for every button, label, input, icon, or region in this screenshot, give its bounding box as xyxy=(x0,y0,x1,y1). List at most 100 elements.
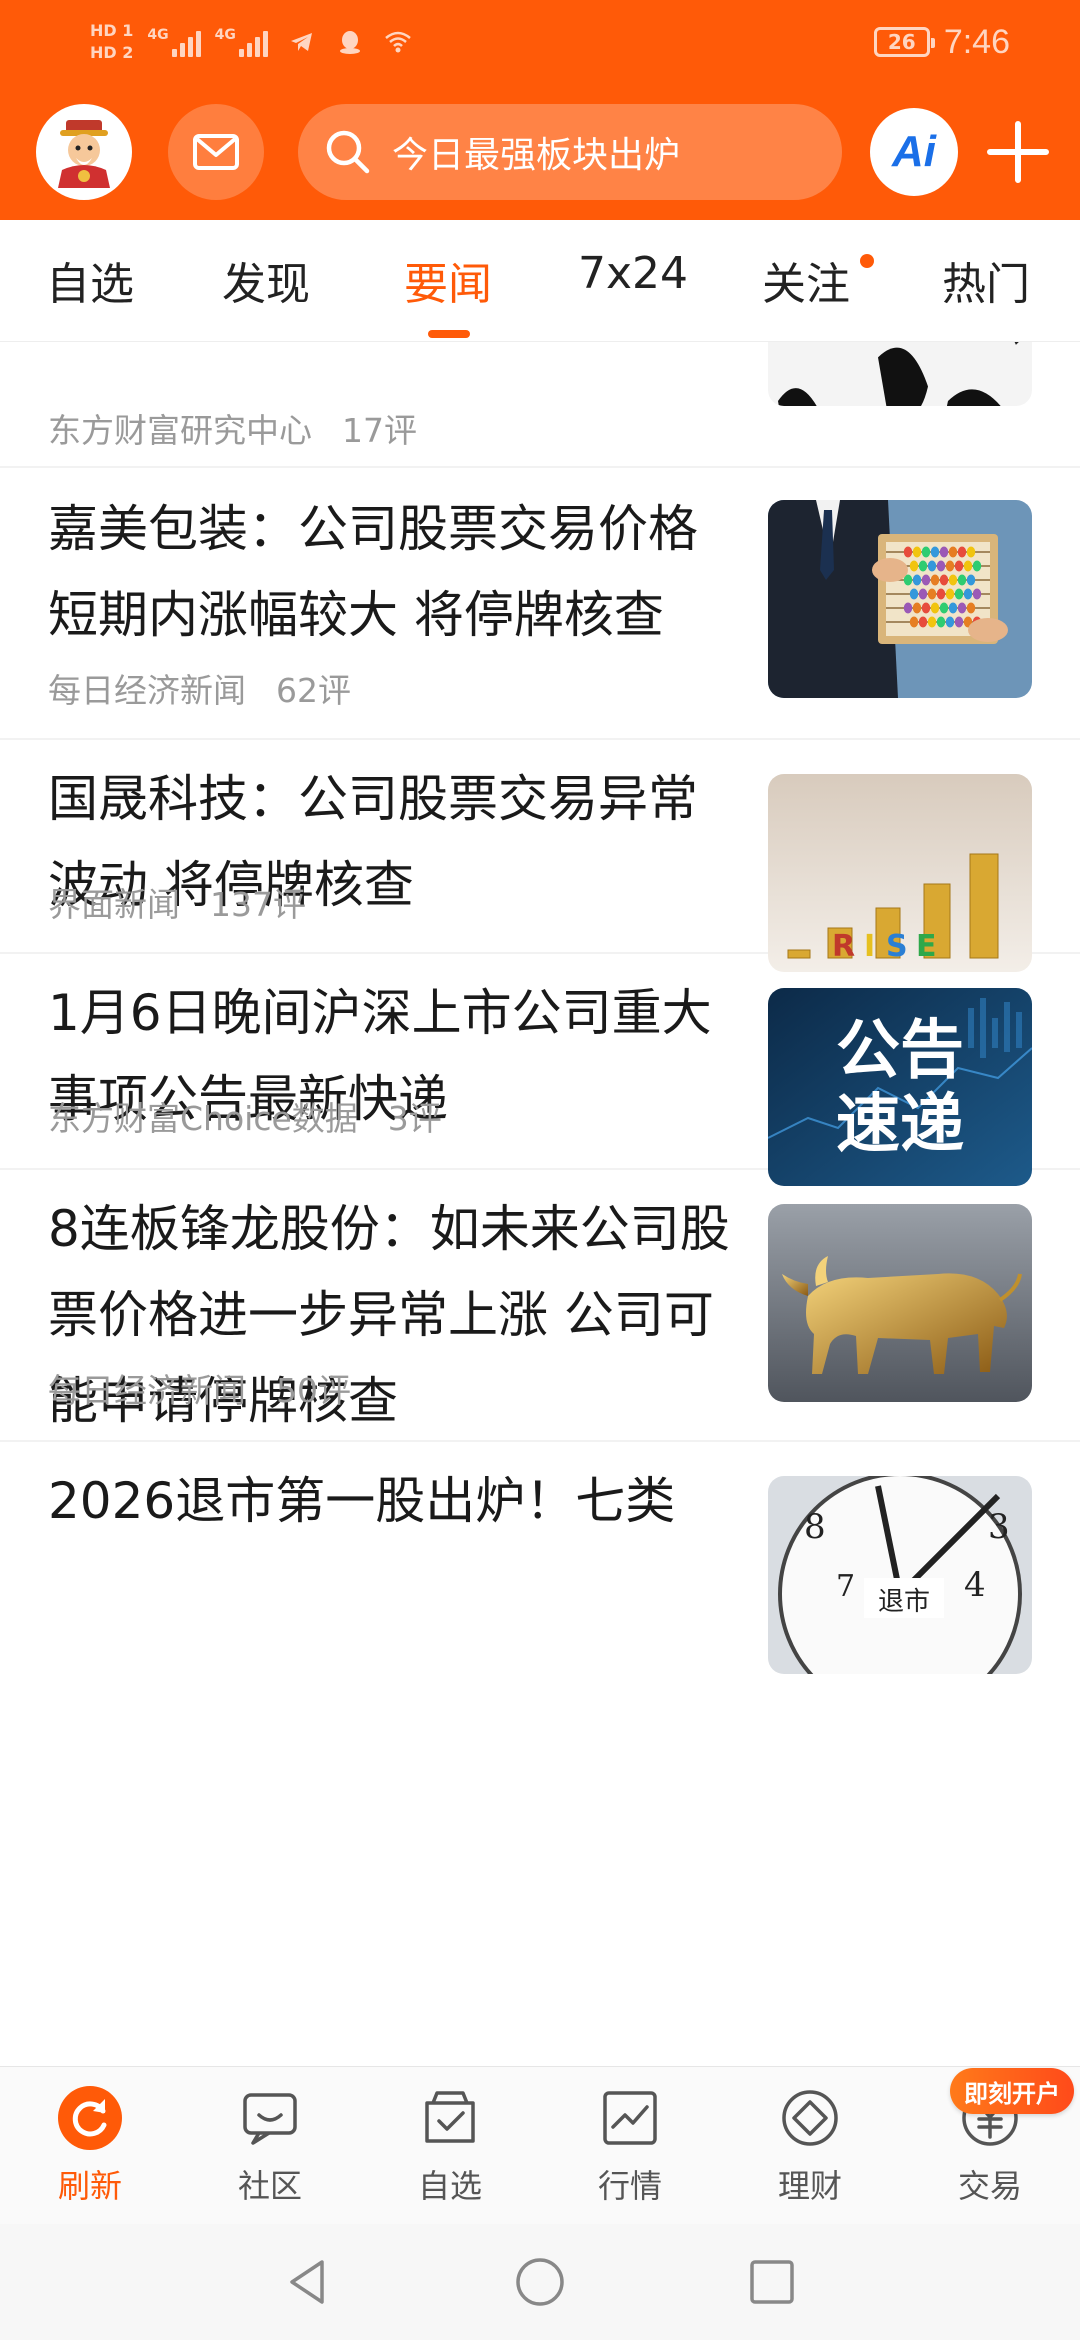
tab-watchlist[interactable]: 自选 xyxy=(46,248,134,310)
news-item[interactable]: 8连板锋龙股份：如未来公司股票价格进一步异常上涨 公司可能申请停牌核查 每日经济… xyxy=(0,1170,1080,1442)
item-thumbnail xyxy=(768,1204,1032,1402)
item-meta: 东方财富Choice数据 3评 xyxy=(48,1092,442,1140)
abacus-bead xyxy=(939,602,949,614)
abacus-bead xyxy=(918,588,928,600)
tab-7x24[interactable]: 7x24 xyxy=(578,248,688,308)
status-left: HD 1 HD 2 4G 4G xyxy=(90,14,412,70)
abacus-bead xyxy=(936,560,946,572)
abacus-bead xyxy=(912,602,922,614)
nav-watchlist-label: 自选 xyxy=(417,2167,482,2205)
nav-market[interactable]: 行情 xyxy=(540,2083,720,2213)
item-source: 界面新闻 xyxy=(48,885,180,924)
abacus-bead xyxy=(930,574,940,586)
community-icon xyxy=(235,2083,305,2153)
clock-numeral-8: 8 xyxy=(804,1507,826,1547)
ai-assistant-button[interactable]: Ai xyxy=(870,108,958,196)
abacus-bead xyxy=(945,616,955,628)
item-thumbnail xyxy=(768,342,1032,406)
abacus-bead xyxy=(957,546,967,558)
mail-icon xyxy=(193,134,239,170)
news-item[interactable]: 东方财富研究中心 17评 xyxy=(0,342,1080,468)
mascot-icon xyxy=(58,120,110,188)
announce-text-1: 公告 xyxy=(836,1014,964,1088)
nav-watchlist[interactable]: 自选 xyxy=(360,2083,540,2213)
signal-1-icon: 4G xyxy=(147,27,201,57)
abacus-bead xyxy=(954,588,964,600)
tab-following[interactable]: 关注 xyxy=(762,248,850,310)
nav-market-label: 行情 xyxy=(597,2167,662,2205)
abacus-bead xyxy=(936,588,946,600)
abacus-bead xyxy=(963,560,973,572)
abacus-bead xyxy=(921,546,931,558)
abacus-bead xyxy=(903,546,913,558)
item-source: 每日经济新闻 xyxy=(48,1371,246,1410)
nav-refresh[interactable]: 刷新 xyxy=(0,2083,180,2213)
abacus-bead xyxy=(927,616,937,628)
telegram-icon xyxy=(290,33,312,51)
tab-hot[interactable]: 热门 xyxy=(942,248,1030,310)
signal-1-label: 4G xyxy=(147,27,169,43)
abacus-bead xyxy=(939,574,949,586)
tab-headlines[interactable]: 要闻 xyxy=(404,248,492,310)
hd-tag-2: HD 2 xyxy=(90,43,134,62)
item-source: 东方财富研究中心 xyxy=(48,411,312,450)
back-icon[interactable] xyxy=(278,2252,338,2312)
top-bar: HD 1 HD 2 4G 4G 26 7:46 今日最强板块出炉 Ai xyxy=(0,0,1080,220)
abacus-bead xyxy=(912,574,922,586)
news-item[interactable]: 嘉美包装：公司股票交易价格短期内涨幅较大 将停牌核查 每日经济新闻 62评 xyxy=(0,468,1080,740)
clock-numeral-3: 3 xyxy=(988,1507,1010,1547)
search-bar[interactable]: 今日最强板块出炉 xyxy=(298,104,842,200)
announce-text-2: 速递 xyxy=(836,1088,964,1162)
tab-bar: 自选 发现 要闻 7x24 关注 热门 xyxy=(0,220,1080,342)
item-meta: 每日经济新闻 50评 xyxy=(48,1364,351,1412)
add-icon[interactable] xyxy=(982,116,1054,188)
news-item[interactable]: 1月6日晚间沪深上市公司重大事项公告最新快递 东方财富Choice数据 3评 公… xyxy=(0,954,1080,1186)
abacus-bead xyxy=(927,560,937,572)
abacus-bead xyxy=(930,546,940,558)
abacus-bead xyxy=(966,602,976,614)
system-nav-bar xyxy=(0,2224,1080,2340)
signal-2-icon: 4G xyxy=(215,27,268,57)
item-meta: 东方财富研究中心 17评 xyxy=(48,404,417,452)
clock-numeral-4: 4 xyxy=(964,1565,986,1605)
home-icon[interactable] xyxy=(510,2252,570,2312)
abacus-bead xyxy=(909,560,919,572)
open-account-badge[interactable]: 即刻开户 xyxy=(950,2068,1074,2114)
notification-dot xyxy=(860,254,874,268)
news-item[interactable]: 2026退市第一股出炉！七类 3 4 8 7 退市 xyxy=(0,1442,1080,1674)
item-thumbnail xyxy=(768,500,1032,698)
abacus-bead xyxy=(954,616,964,628)
golden-bull-image xyxy=(768,1204,1032,1402)
refresh-icon xyxy=(55,2083,125,2153)
announcement-image: 公告 速递 xyxy=(768,988,1032,1186)
ai-label: Ai xyxy=(892,127,936,176)
app-header: 今日最强板块出炉 Ai xyxy=(0,100,1080,204)
user-avatar[interactable] xyxy=(36,104,132,200)
abacus-bead xyxy=(921,574,931,586)
abacus-bead xyxy=(930,602,940,614)
news-item[interactable]: 国晟科技：公司股票交易异常波动 将停牌核查 界面新闻 137评 R I S E xyxy=(0,740,1080,972)
news-feed[interactable]: 东方财富研究中心 17评 嘉美包装：公司股票交易价格短期内涨幅较大 将停牌核查 每… xyxy=(0,342,1080,2066)
recents-icon[interactable] xyxy=(742,2252,802,2312)
message-button[interactable] xyxy=(168,104,264,200)
qq-icon xyxy=(339,31,360,54)
search-icon xyxy=(326,130,370,174)
nav-wealth[interactable]: 理财 xyxy=(720,2083,900,2213)
app-screen: HD 1 HD 2 4G 4G 26 7:46 今日最强板块出炉 Ai 自选 发… xyxy=(0,0,1080,2340)
nav-community[interactable]: 社区 xyxy=(180,2083,360,2213)
item-source: 东方财富Choice数据 xyxy=(48,1099,358,1138)
abacus-bead xyxy=(963,588,973,600)
wealth-icon xyxy=(775,2083,845,2153)
abacus-image xyxy=(768,500,1032,698)
bottom-nav: 刷新 社区 自选 行情 理财 交易 xyxy=(0,2066,1080,2224)
coins-rise-image: R I S E xyxy=(768,774,1032,972)
abacus-bead xyxy=(903,602,913,614)
item-comments: 17评 xyxy=(342,411,417,450)
promo-badge-label: 即刻开户 xyxy=(964,2079,1060,2108)
abacus-bead xyxy=(945,560,955,572)
item-comments: 3评 xyxy=(387,1099,442,1138)
abacus-bead xyxy=(966,546,976,558)
item-meta: 界面新闻 137评 xyxy=(48,878,306,926)
item-comments: 137评 xyxy=(210,885,306,924)
tab-discover[interactable]: 发现 xyxy=(222,248,310,310)
